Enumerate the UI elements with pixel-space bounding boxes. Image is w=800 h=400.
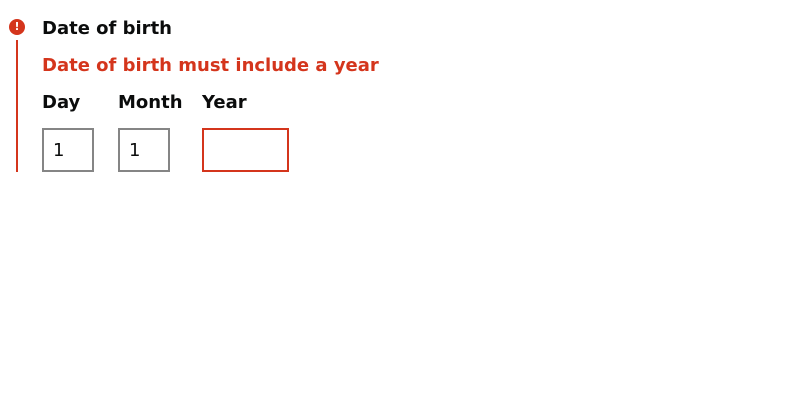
month-label: Month (118, 92, 183, 113)
month-input[interactable] (118, 128, 170, 172)
year-label: Year (202, 92, 247, 113)
date-of-birth-form-group: ! Date of birth Date of birth must inclu… (0, 0, 800, 400)
day-label: Day (42, 92, 81, 113)
error-indicator-bar (16, 40, 18, 172)
year-input[interactable] (202, 128, 289, 172)
day-input[interactable] (42, 128, 94, 172)
error-message: Date of birth must include a year (42, 55, 379, 76)
error-icon: ! (9, 19, 25, 35)
date-of-birth-legend: Date of birth (42, 18, 172, 39)
